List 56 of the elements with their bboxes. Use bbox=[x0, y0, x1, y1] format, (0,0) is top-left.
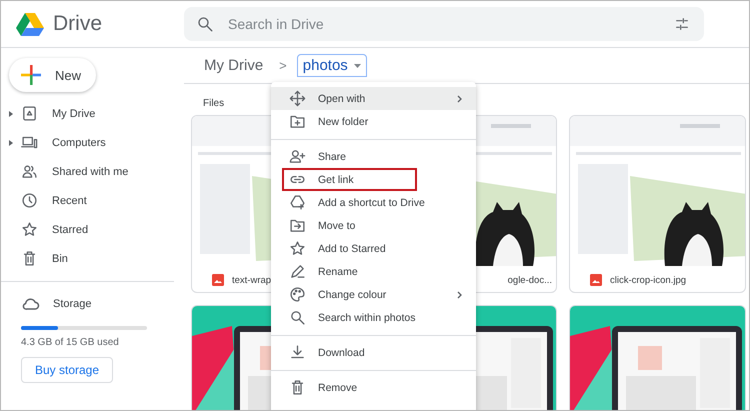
clock-icon bbox=[21, 192, 38, 209]
buy-storage-button[interactable]: Buy storage bbox=[21, 357, 113, 383]
search-field[interactable]: Search in Drive bbox=[184, 7, 704, 41]
menu-item[interactable]: Rename bbox=[271, 260, 476, 283]
file-name: text-wrap bbox=[232, 274, 272, 286]
menu-item[interactable]: Remove bbox=[271, 376, 476, 399]
people-icon bbox=[21, 163, 38, 180]
search-icon bbox=[289, 309, 306, 326]
palette-icon bbox=[289, 286, 306, 303]
sidebar-item[interactable]: Bin bbox=[1, 244, 184, 273]
breadcrumb-separator: > bbox=[279, 58, 287, 73]
download-icon bbox=[289, 344, 306, 361]
breadcrumb-item[interactable]: My Drive bbox=[198, 54, 270, 77]
filter-sliders-icon[interactable] bbox=[674, 16, 690, 32]
expand-arrow-icon[interactable] bbox=[9, 140, 13, 146]
file-card[interactable]: click-crop-icon.jpg bbox=[569, 115, 746, 293]
folder-arrow-icon bbox=[289, 217, 306, 234]
drive-shortcut-icon bbox=[289, 194, 306, 211]
storage-usage: 4.3 GB of 15 GB used bbox=[21, 337, 120, 348]
menu-item[interactable]: Open with bbox=[271, 87, 476, 110]
move-arrows-icon bbox=[289, 90, 306, 107]
menu-item[interactable]: Move to bbox=[271, 214, 476, 237]
sidebar-item[interactable]: Computers bbox=[1, 128, 184, 157]
file-name: ogle-doc... bbox=[508, 274, 552, 286]
storage-label: Storage bbox=[53, 298, 92, 310]
expand-arrow-icon[interactable] bbox=[9, 110, 13, 116]
drive-icon bbox=[21, 105, 38, 122]
star-icon bbox=[21, 221, 38, 238]
menu-item[interactable]: Get link bbox=[271, 168, 476, 191]
menu-item[interactable]: New folder bbox=[271, 110, 476, 133]
sidebar-item[interactable]: Recent bbox=[1, 186, 184, 215]
app-name: Drive bbox=[53, 12, 102, 36]
sidebar-item[interactable]: Starred bbox=[1, 215, 184, 244]
star-icon bbox=[289, 240, 306, 257]
folder-plus-icon bbox=[289, 113, 306, 130]
trash-icon bbox=[289, 379, 306, 396]
sidebar-item[interactable]: My Drive bbox=[1, 99, 184, 128]
pencil-icon bbox=[289, 263, 306, 280]
menu-item[interactable]: Add a shortcut to Drive bbox=[271, 191, 476, 214]
menu-item[interactable]: Change colour bbox=[271, 283, 476, 306]
search-icon bbox=[196, 15, 214, 33]
sidebar-item[interactable]: Shared with me bbox=[1, 157, 184, 186]
dropdown-caret-icon bbox=[354, 64, 361, 68]
new-button[interactable]: New bbox=[9, 58, 96, 92]
menu-item[interactable]: Share bbox=[271, 145, 476, 168]
computer-icon bbox=[21, 134, 38, 151]
file-name: click-crop-icon.jpg bbox=[610, 274, 686, 286]
person-add-icon bbox=[289, 148, 306, 165]
menu-item[interactable]: Search within photos bbox=[271, 306, 476, 329]
drive-logo-icon bbox=[16, 12, 44, 36]
menu-item[interactable]: Download bbox=[271, 341, 476, 364]
trash-icon bbox=[21, 250, 38, 267]
section-heading: Files bbox=[203, 98, 224, 109]
breadcrumb-item[interactable]: photos bbox=[296, 54, 367, 77]
plus-icon bbox=[21, 65, 41, 85]
menu-item[interactable]: Add to Starred bbox=[271, 237, 476, 260]
